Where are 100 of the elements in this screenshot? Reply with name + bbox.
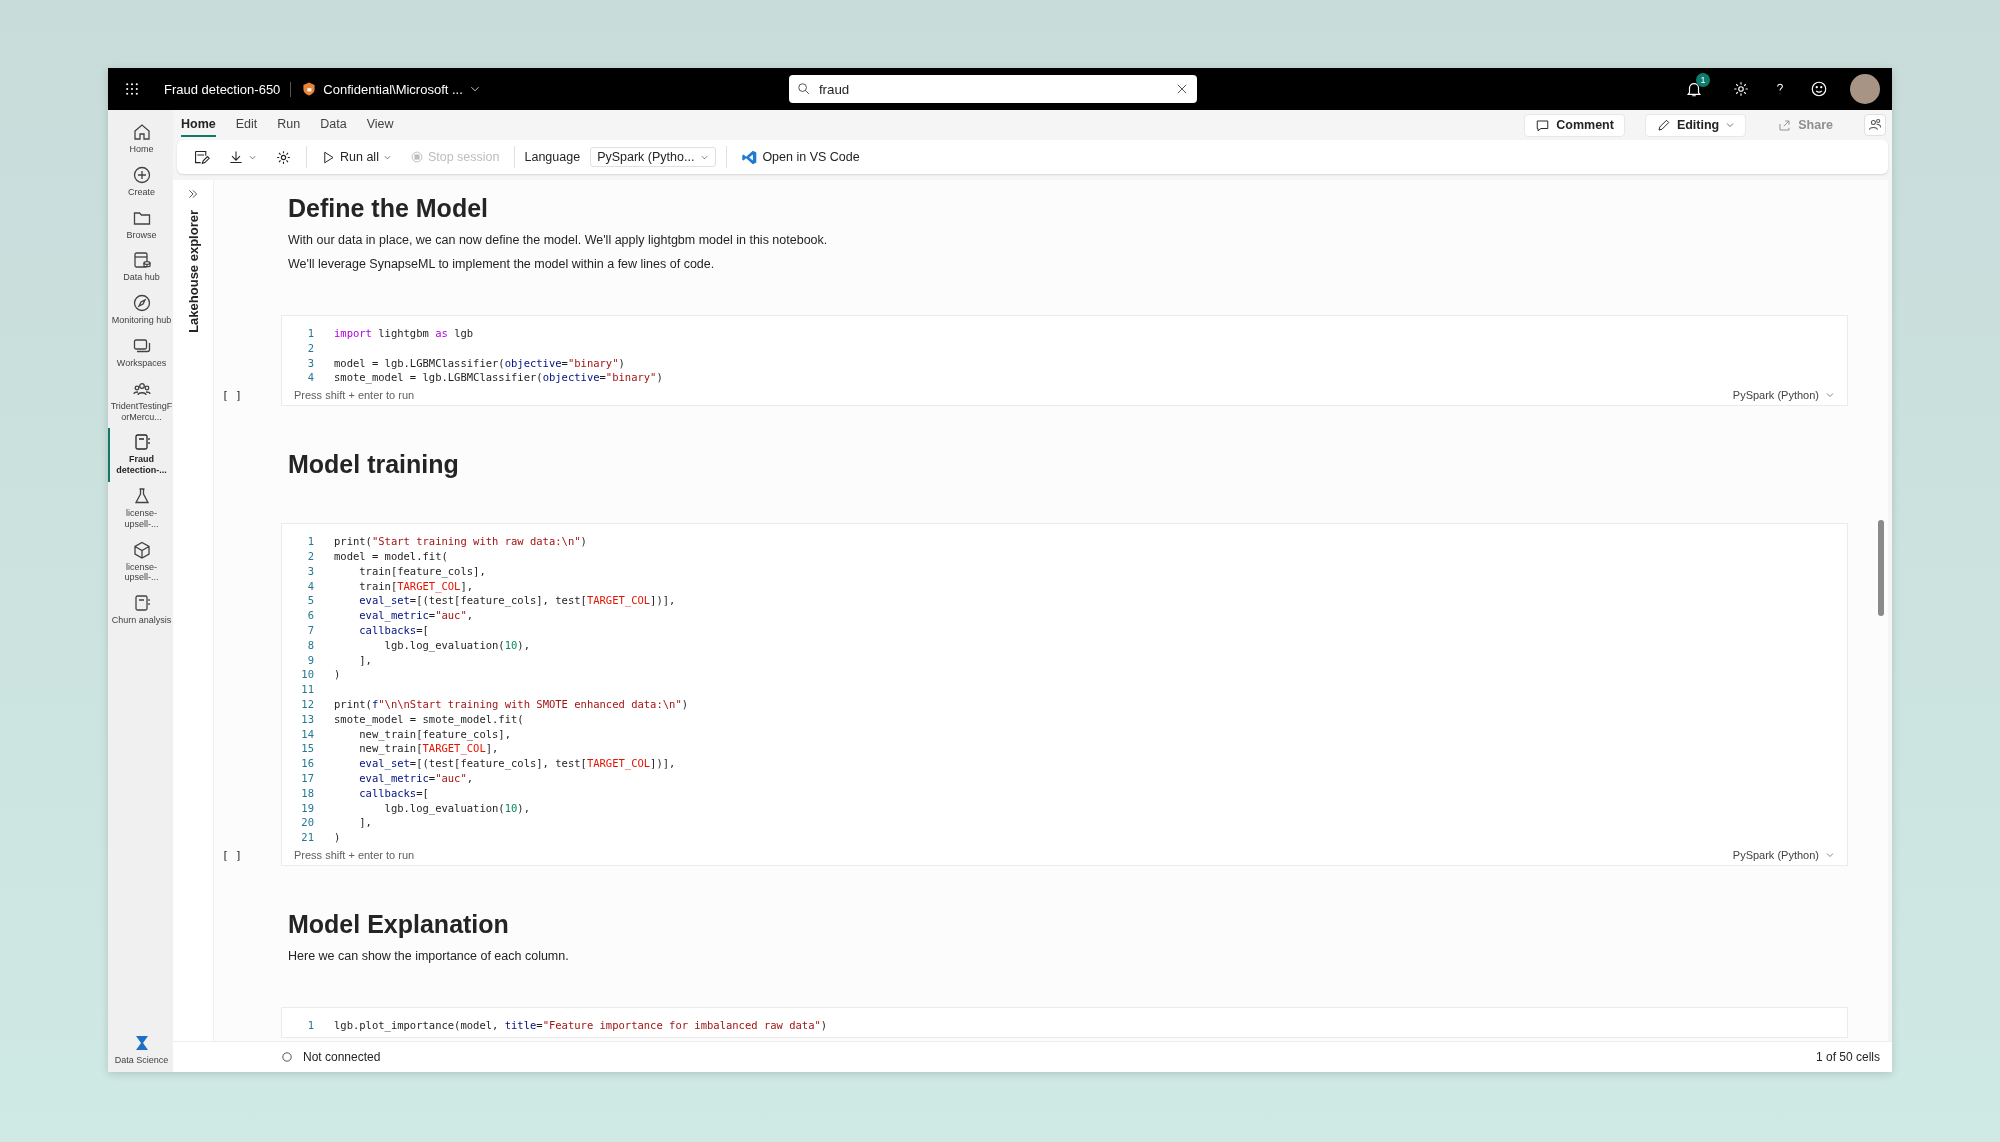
line-number: 1 — [306, 326, 314, 341]
line-number: 10 — [300, 667, 314, 683]
ribbon-tab[interactable]: Run — [277, 113, 301, 137]
bell-icon — [1685, 80, 1703, 98]
cube-icon — [131, 539, 152, 560]
share-icon — [1777, 117, 1793, 133]
editing-button[interactable]: Editing — [1644, 113, 1747, 137]
ribbon-tab[interactable]: View — [366, 113, 394, 137]
ribbon-tab[interactable]: Home — [181, 113, 216, 137]
code-line: import lightgbm as lgb — [333, 326, 474, 341]
compass-icon — [131, 293, 152, 314]
ribbon-tab[interactable]: Data — [320, 113, 347, 137]
line-number: 19 — [300, 800, 314, 816]
section-heading: Model Explanation — [288, 909, 510, 939]
line-number: 14 — [300, 726, 314, 742]
code-editor-logo-icon — [741, 148, 759, 166]
paragraph: With our data in place, we can now define the model. We'll apply lightgbm model in this notebook. — [288, 233, 829, 247]
comment-button[interactable]: Comment — [1524, 113, 1625, 137]
run-hint: Press shift + enter to run — [294, 389, 415, 402]
comment-icon — [1535, 117, 1551, 133]
language-selector[interactable]: PySpark (Python) — [1732, 389, 1835, 402]
search-field[interactable]: fraud — [816, 80, 1169, 98]
cell-count: 1 of 50 cells — [1815, 1050, 1880, 1064]
line-number: 16 — [300, 756, 314, 771]
sensitivity-label[interactable]: Confidential\Microsoft ... — [301, 81, 481, 97]
line-number: 17 — [300, 770, 314, 786]
pencil-icon — [1655, 117, 1671, 133]
code-line: ) — [333, 667, 341, 683]
smiley-icon — [1810, 80, 1828, 98]
line-number: 7 — [306, 622, 314, 638]
nav-item[interactable]: Workspaces — [108, 332, 173, 375]
language-dropdown[interactable]: PySpark (Pytho... — [590, 147, 717, 167]
code-line: train[feature_cols], — [358, 563, 486, 579]
code-line: eval_metric="auc", — [358, 770, 474, 786]
nav-item[interactable]: Monitoring hub — [108, 289, 173, 332]
language-selector[interactable]: PySpark (Python) — [1732, 848, 1835, 861]
line-number: 4 — [306, 578, 314, 594]
code-line: eval_set=[(test[feature_cols], test[TARGET_COL])], — [358, 593, 676, 609]
line-number: 13 — [300, 711, 314, 727]
run-cell-button[interactable]: [ ] — [222, 389, 281, 407]
chevron-down-icon — [1725, 120, 1736, 130]
settings-icon — [1732, 80, 1750, 98]
run-all-button[interactable]: Run all — [317, 147, 396, 167]
paragraph: We'll leverage SynapseML to implement the model within a few lines of code. — [288, 257, 716, 271]
nav-item[interactable]: Churn analysis — [108, 589, 173, 632]
workload-switcher[interactable]: Data Science — [108, 1029, 173, 1072]
shield-icon — [301, 81, 318, 97]
code-line: ], — [358, 815, 372, 831]
expand-icon — [187, 188, 199, 200]
code-line: model = lgb.LGBMClassifier(objective="binary") — [333, 355, 625, 371]
code-line: train[TARGET_COL], — [358, 578, 474, 594]
line-number: 2 — [306, 549, 314, 564]
notification-badge: 1 — [1696, 73, 1710, 87]
notebook-title[interactable]: Fraud detection-650 — [150, 81, 292, 97]
nav-item[interactable]: Data hub — [108, 246, 173, 290]
line-number: 21 — [300, 830, 314, 845]
stop-icon — [409, 150, 424, 164]
nav-item[interactable]: Home — [108, 118, 173, 161]
code-line: ], — [358, 652, 372, 668]
paragraph: Here we can show the importance of each column. — [288, 948, 570, 963]
code-line: lgb.log_evaluation(10), — [383, 800, 530, 816]
section-heading: Model training — [288, 450, 460, 480]
nav-item[interactable]: license-upsell-... — [108, 535, 173, 590]
search-box[interactable]: fraud — [788, 75, 1197, 103]
line-number: 15 — [300, 741, 314, 757]
code-cell[interactable]: 1 import lightgbm as lgb 2 3 model = lgb.LGBMClassifier(objective="binary") 4 smote_model = lgb.LGBMClassifier(objective="binary") Press shift + enter to run PySpark (Python) — [281, 315, 1848, 407]
line-number: 6 — [306, 608, 314, 623]
run-cell-button[interactable]: [ ] — [222, 848, 281, 866]
play-icon — [321, 149, 336, 165]
search-icon — [796, 82, 811, 96]
line-number: 4 — [306, 370, 314, 386]
code-line: print("Start training with raw data:\n") — [333, 534, 587, 549]
nav-item[interactable]: license-upsell-... — [108, 481, 173, 536]
line-number: 3 — [306, 355, 314, 371]
code-line: new_train[TARGET_COL], — [358, 741, 499, 757]
collaborators-button[interactable] — [1864, 114, 1886, 136]
line-number: 2 — [306, 340, 314, 356]
notebook-edit-icon — [193, 148, 210, 166]
line-number: 9 — [306, 652, 314, 668]
app-launcher-icon — [124, 81, 140, 97]
code-cell[interactable]: 1 lgb.plot_importance(model, title="Feature importance for imbalanced raw data") — [281, 1006, 1848, 1038]
code-line: callbacks=[ — [358, 622, 429, 638]
code-line: ) — [333, 830, 341, 845]
code-line: callbacks=[ — [358, 785, 429, 801]
code-cell[interactable] — [281, 523, 1848, 866]
nav-item[interactable]: TridentTestingForMercu... — [108, 374, 173, 429]
line-number: 8 — [306, 637, 314, 653]
status-circle-icon — [281, 1051, 293, 1063]
notifications-button[interactable]: 1 — [1685, 73, 1710, 98]
side-panel-title[interactable]: Lakehouse explorer — [185, 210, 201, 333]
nav-item[interactable]: Browse — [108, 203, 173, 247]
nav-item[interactable]: Create — [108, 160, 173, 204]
open-vscode-button[interactable]: Open in VS Code — [737, 146, 864, 168]
line-number: 20 — [300, 815, 314, 831]
ribbon-tab[interactable]: Edit — [235, 113, 258, 137]
line-number: 1 — [306, 534, 314, 549]
language-label: Language — [524, 150, 581, 164]
avatar[interactable] — [1850, 74, 1880, 104]
plus-circle-icon — [131, 164, 152, 185]
code-line: smote_model = lgb.LGBMClassifier(objective="binary") — [333, 370, 663, 386]
